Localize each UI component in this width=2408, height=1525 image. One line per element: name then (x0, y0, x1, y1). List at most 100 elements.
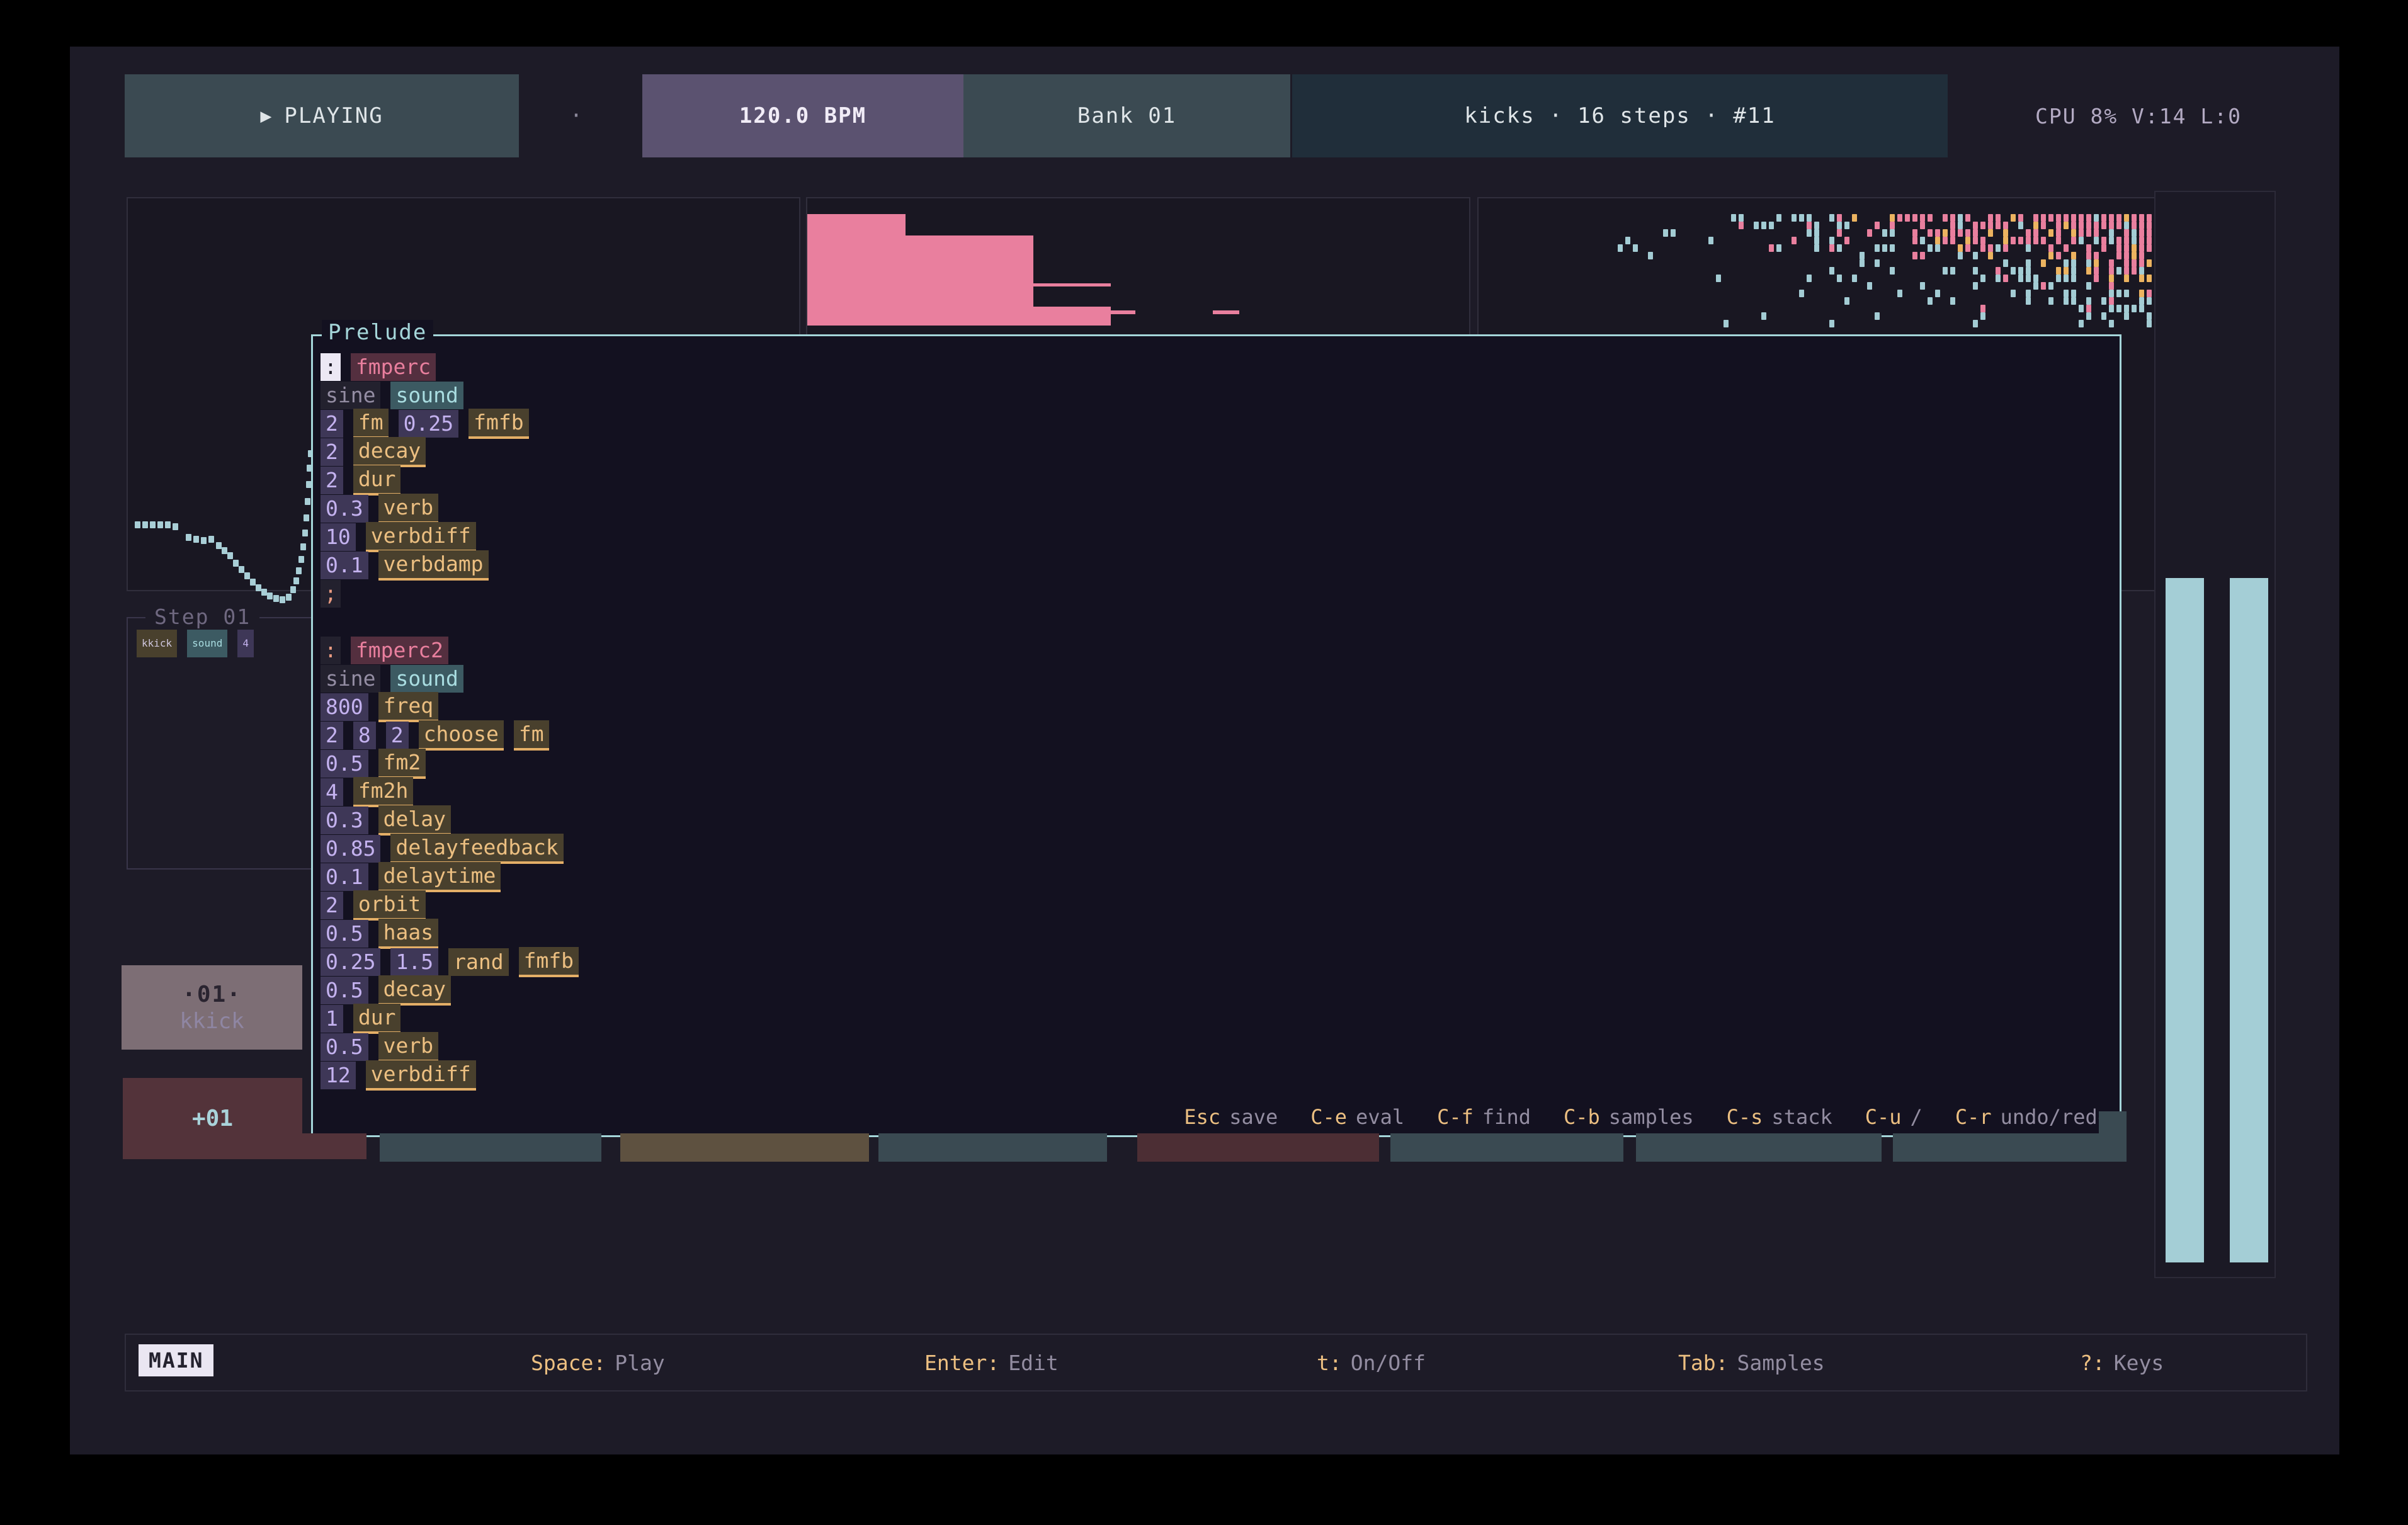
editor-hint: C-eeval (1310, 1105, 1404, 1129)
scatter-dot (2064, 297, 2069, 305)
scatter-dot (2094, 222, 2099, 229)
scatter-dot (2071, 229, 2076, 237)
step-cell[interactable] (1636, 1133, 1882, 1162)
waveform-dot (157, 521, 163, 528)
code-token-chiplabel: kkick (137, 630, 177, 657)
scatter-dot (1950, 229, 1955, 237)
scatter-dot (1829, 244, 1834, 252)
scatter-dot (2124, 290, 2129, 297)
code-line: 0.1delaytime (319, 863, 2113, 891)
code-line: ; (319, 579, 2113, 608)
scatter-dot (2109, 259, 2114, 267)
scatter-dot (1950, 267, 1955, 275)
track-info-segment[interactable]: kicks · 16 steps · #11 (1292, 74, 1948, 157)
scatter-dot (1739, 222, 1744, 229)
waveform-dot (305, 498, 310, 505)
step-cell-next[interactable]: +01 (123, 1078, 302, 1159)
code-line: 282choosefm (319, 721, 2113, 749)
code-token-num: 0.85 (321, 835, 380, 863)
track-info: kicks · 16 steps · #11 (1464, 103, 1775, 128)
prelude-editor[interactable]: Prelude :fmpercsinesound2fm0.25fmfb2deca… (311, 334, 2121, 1137)
bpm-segment[interactable]: 120.0 BPM (642, 74, 963, 157)
step-cell[interactable] (1390, 1133, 1623, 1162)
scatter-dot (1860, 259, 1865, 267)
code-token-num: 0.5 (321, 977, 368, 1004)
scatter-dot (1935, 237, 1940, 244)
scatter-dot (1980, 222, 1985, 229)
scatter-dot (1912, 214, 1917, 222)
editor-hint: Escsave (1184, 1105, 1278, 1129)
code-line: 0.5haas (319, 919, 2113, 948)
scatter-dot (2056, 237, 2061, 244)
scatter-dot (2064, 222, 2069, 229)
scatter-dot (1935, 229, 1940, 237)
scatter-dot (2116, 244, 2121, 252)
scatter-dot (2011, 214, 2016, 222)
editor-hint: C-rundo/redo (1955, 1105, 2110, 1129)
scatter-dot (1867, 282, 1872, 290)
step-cell[interactable] (878, 1133, 1107, 1162)
waveform-dot (233, 560, 239, 567)
scatter-dot (2132, 237, 2137, 244)
code-line: 4fm2h (319, 778, 2113, 806)
scatter-dot (2086, 312, 2091, 320)
scatter-dot (2071, 275, 2076, 282)
step-cell[interactable] (380, 1133, 601, 1162)
scatter-dot (2132, 267, 2137, 275)
scatter-dot (2147, 297, 2152, 305)
step-cell-current[interactable]: ·01· kkick (122, 965, 302, 1050)
scatter-dot (2011, 290, 2016, 297)
scatter-dot (1844, 222, 1849, 229)
transport-label: PLAYING (284, 103, 383, 128)
scatter-dot (1671, 229, 1676, 237)
scatter-dot (2116, 290, 2121, 297)
statusbar-hint: ?:Keys (2080, 1335, 2164, 1390)
step-cell[interactable] (1893, 1133, 2127, 1162)
scatter-dot (2109, 229, 2114, 237)
scatter-dot (1928, 244, 1933, 252)
scatter-dot (1799, 214, 1804, 222)
step-cell[interactable] (1137, 1133, 1379, 1162)
scatter-dot (2124, 312, 2129, 320)
scatter-dot (1935, 244, 1940, 252)
scatter-dot (1807, 214, 1812, 222)
code-area[interactable]: :fmpercsinesound2fm0.25fmfb2decay2dur0.3… (319, 353, 2113, 1089)
code-token-plain: sine (321, 665, 380, 693)
code-token-num: 800 (321, 693, 368, 721)
step-chip-row: kkicksound4 (137, 630, 254, 657)
scatter-dot (2018, 275, 2023, 282)
scatter-dot (2033, 222, 2038, 229)
spectrum-bar (1033, 310, 1111, 326)
code-line: 0.5fm2 (319, 749, 2113, 778)
scatter-dot (2079, 214, 2084, 222)
scatter-dot (1988, 244, 1993, 252)
scatter-dot (1829, 267, 1834, 275)
scatter-dot (1943, 214, 1948, 222)
scatter-dot (1769, 244, 1774, 252)
code-token-param: fmfb (519, 947, 579, 977)
scatter-dot (2011, 237, 2016, 244)
code-token-num: 2 (321, 467, 343, 494)
bank-segment[interactable]: Bank 01 (963, 74, 1290, 157)
scatter-dot (2079, 305, 2084, 312)
scatter-dot (1988, 214, 1993, 222)
scatter-dot (1890, 222, 1895, 229)
scatter-dot (2026, 244, 2031, 252)
scatter-dot (2147, 237, 2152, 244)
transport-segment[interactable]: ▶ PLAYING (125, 74, 519, 157)
spectrum-bar (807, 214, 906, 326)
code-token-num: 4 (321, 778, 343, 806)
step-cell[interactable] (620, 1133, 869, 1162)
scatter-dot (1633, 244, 1638, 252)
level-meter-right (2230, 578, 2268, 1262)
scatter-dot (1618, 244, 1623, 252)
scatter-dot (2139, 214, 2144, 222)
code-token-param: fm2 (378, 749, 426, 779)
scatter-dot (2056, 275, 2061, 282)
scatter-dot (1829, 320, 1834, 327)
code-token-num: 10 (321, 523, 356, 551)
waveform-dot (193, 536, 199, 543)
step-panel-title: Step 01 (145, 604, 259, 629)
step-cell-sound: kkick (179, 1009, 244, 1034)
scatter-dot (1973, 267, 1978, 275)
